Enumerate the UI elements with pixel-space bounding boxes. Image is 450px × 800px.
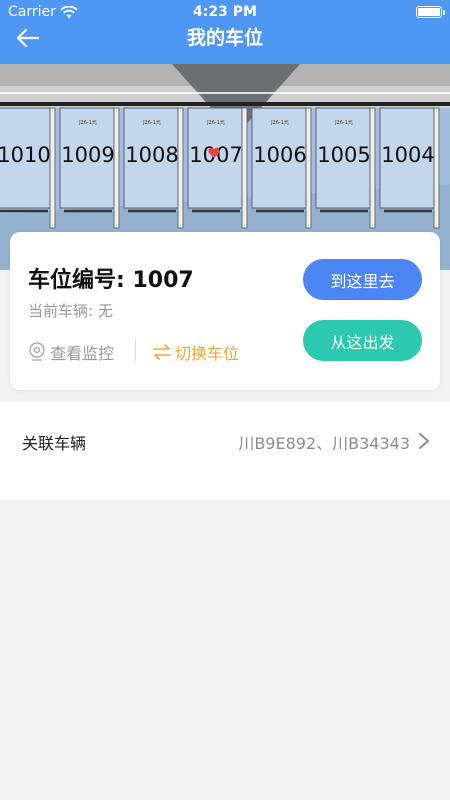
stall-small-label: J26-1元 — [270, 120, 289, 126]
parking-stall: 1007J26-1元 — [187, 107, 248, 229]
chevron-right-icon — [419, 433, 429, 449]
camera-icon — [29, 342, 45, 361]
stall-number: 1010 — [0, 143, 51, 167]
view-monitor-label: 查看监控 — [50, 344, 115, 363]
switch-spot-label: 切换车位 — [175, 344, 240, 363]
parking-stall: 1009 J26-1元 — [59, 107, 120, 229]
stall-number: 1008 — [125, 143, 178, 167]
stall-number: 1006 — [253, 143, 306, 167]
parking-stall: 1008 J26-1元 — [123, 107, 184, 229]
related-vehicles-label: 关联车辆 — [22, 434, 87, 453]
swap-icon — [153, 344, 171, 360]
spot-number: 车位编号: 1007 — [28, 268, 194, 293]
parking-stalls: 10101009J26-1元1008J26-1元1007J26-1元1006J2… — [0, 107, 440, 229]
related-vehicles-row[interactable]: 关联车辆 川B9E892、川B34343 — [0, 402, 450, 499]
top-bar: Carrier 4:23 PM 我的车位 — [0, 0, 450, 64]
stall-small-label: J26-1元 — [334, 120, 353, 126]
divider — [135, 339, 136, 361]
battery-level — [418, 8, 440, 16]
parking-stall: 1006 J26-1元 — [251, 107, 312, 229]
view-monitor-button[interactable]: 查看监控 — [28, 340, 114, 364]
stall-small-label: J26-1元 — [78, 120, 97, 126]
navigate-here-button[interactable]: 到这里去 — [303, 259, 422, 300]
related-vehicles-value: 川B9E892、川B34343 — [238, 434, 410, 453]
page-title: 我的车位 — [186, 27, 263, 49]
start-from-here-button[interactable]: 从这出发 — [303, 320, 422, 361]
switch-spot-button[interactable]: 切换车位 — [153, 340, 239, 364]
stall-number: 1009 — [61, 143, 114, 167]
parking-stall: 1004 — [379, 107, 440, 229]
parking-stall: 1005 J26-1元 — [315, 107, 376, 229]
status-time: 4:23 PM — [193, 4, 257, 20]
parking-stall: 1010 — [0, 107, 56, 229]
battery-icon — [416, 6, 445, 18]
stall-small-label: J26-1元 — [142, 120, 161, 126]
stall-number: 1004 — [381, 143, 434, 167]
stall-number: 1005 — [317, 143, 370, 167]
spot-card: 车位编号: 1007 当前车辆: 无 查看监控 切换车位 到这里去 从这出发 — [10, 232, 440, 390]
stall-small-label: J26-1元 — [206, 120, 225, 126]
status-bar: Carrier 4:23 PM — [0, 0, 450, 22]
current-vehicle: 当前车辆: 无 — [28, 302, 113, 320]
